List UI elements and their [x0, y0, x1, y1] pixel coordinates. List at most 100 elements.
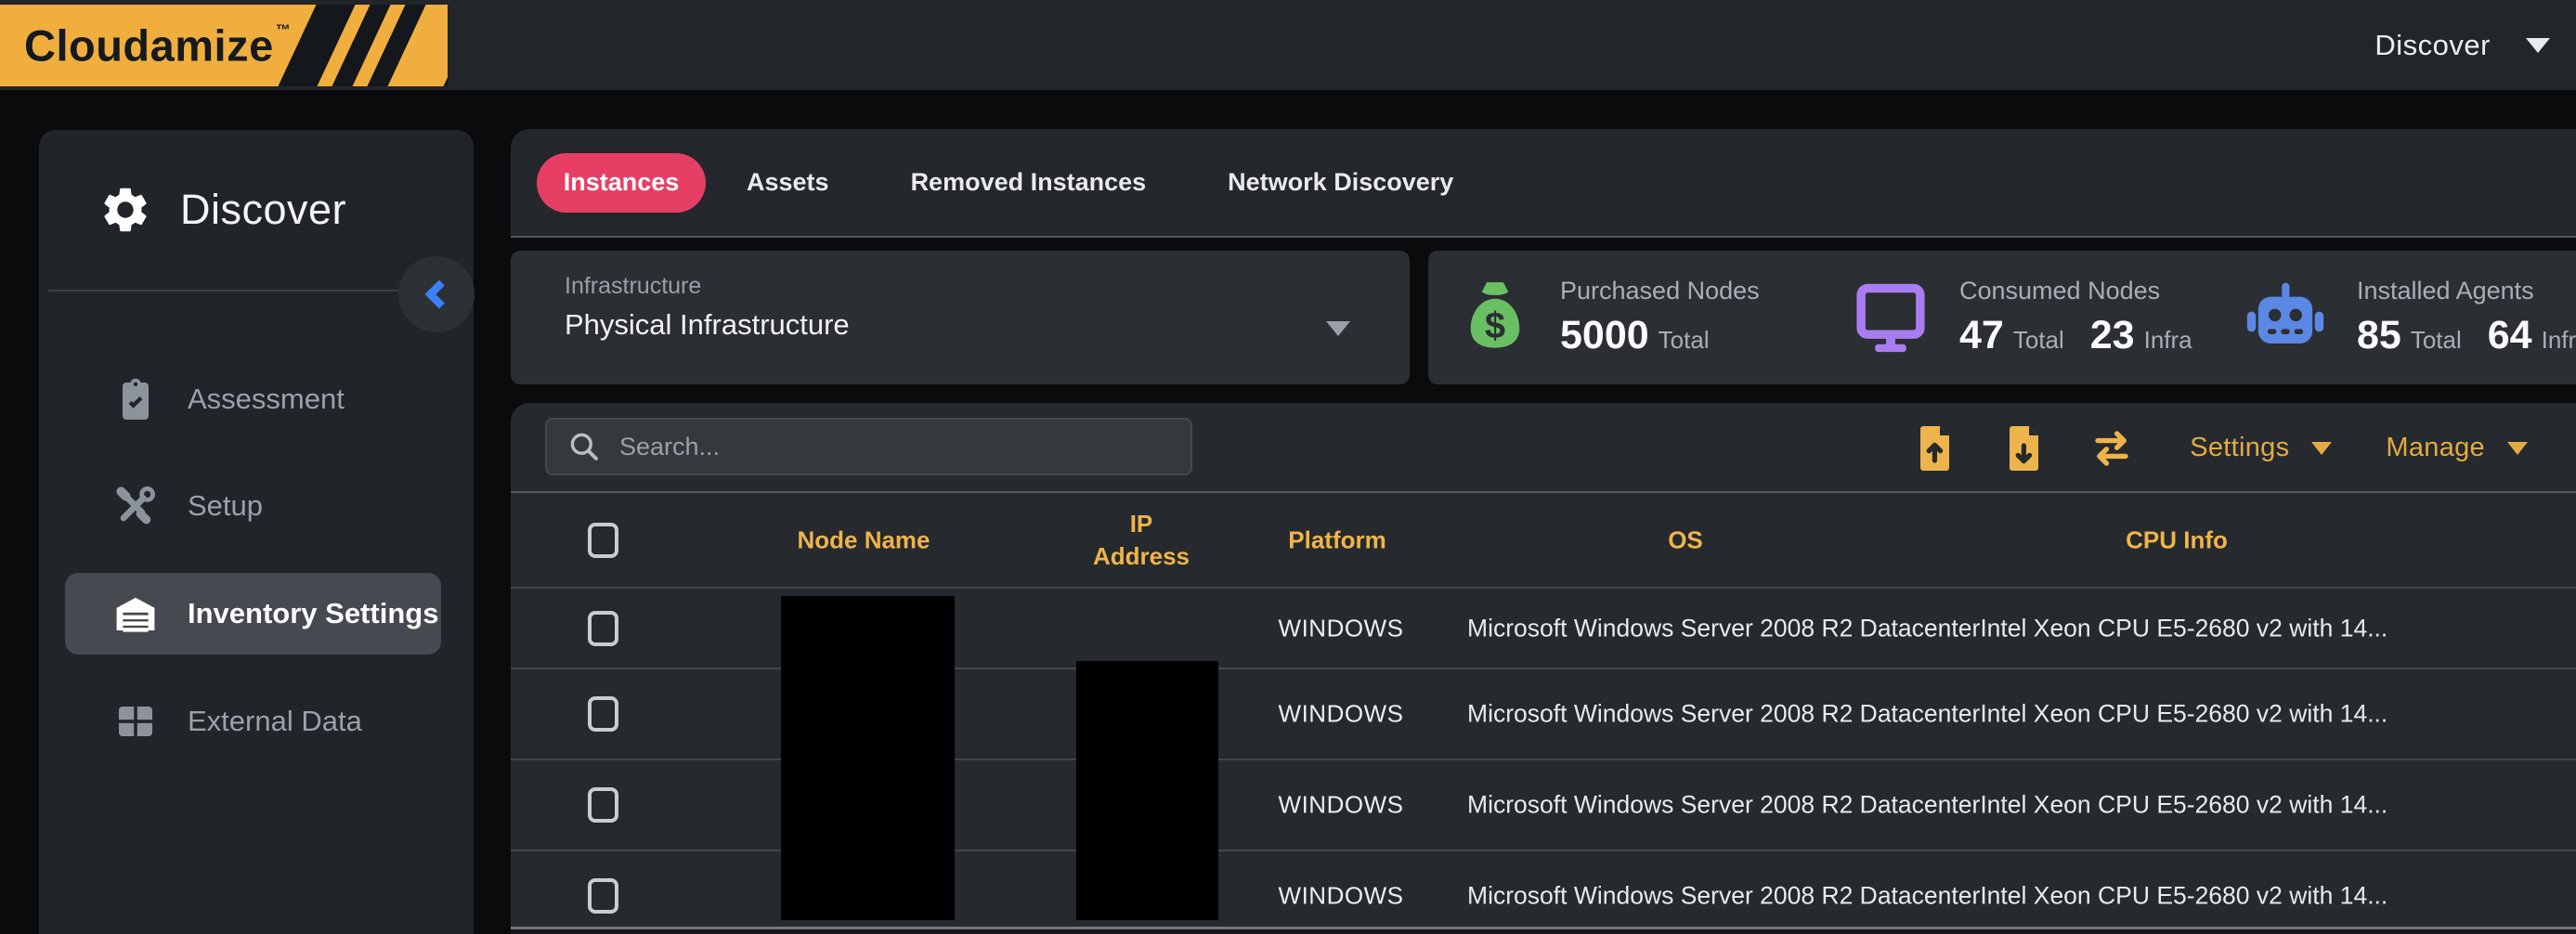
money-bag-icon: $: [1460, 277, 1530, 358]
redacted-ip-address-column: [1076, 661, 1218, 920]
os-cell: Microsoft Windows Server 2008 R2 Datacen…: [1467, 700, 1980, 729]
search-icon: [567, 430, 601, 463]
sidebar-item-setup[interactable]: Setup: [65, 465, 441, 547]
tab-removed-instances[interactable]: Removed Instances: [870, 168, 1188, 197]
sidebar-item-label: External Data: [188, 705, 362, 738]
sidebar-item-label: Inventory Settings: [188, 597, 438, 630]
column-header-ip-address[interactable]: IP Address: [1082, 507, 1201, 572]
column-header-os[interactable]: OS: [1668, 524, 1703, 556]
column-header-cpu-info[interactable]: CPU Info: [2126, 524, 2228, 556]
stat-unit: Total: [2411, 326, 2462, 355]
os-cpu-cells: Microsoft Windows Server 2008 R2 Datacen…: [1467, 614, 2387, 642]
os-cpu-cells: Microsoft Windows Server 2008 R2 Datacen…: [1467, 882, 2387, 911]
row-checkbox[interactable]: [588, 611, 618, 646]
select-all-checkbox[interactable]: [588, 523, 618, 558]
table-panel: Settings Manage Node Name IP Address Pla…: [511, 403, 2576, 934]
gear-icon: [98, 183, 152, 237]
warehouse-icon: [113, 591, 158, 636]
os-cpu-cells: Microsoft Windows Server 2008 R2 Datacen…: [1467, 700, 2387, 729]
screen: Cloudamize™ Discover Discover Assessment…: [0, 0, 2576, 934]
table-header-row: Node Name IP Address Platform OS CPU Inf…: [511, 493, 2576, 589]
tab-assets[interactable]: Assets: [706, 168, 870, 197]
redacted-node-name-column: [781, 596, 955, 920]
clipboard-check-icon: [113, 377, 158, 422]
row-checkbox[interactable]: [588, 696, 618, 732]
infrastructure-value: Physical Infrastructure: [565, 308, 850, 342]
trademark: ™: [276, 23, 292, 39]
infrastructure-label: Infrastructure: [565, 273, 701, 300]
cpu-info-cell: Intel Xeon CPU E5-2680 v2 with 14...: [1980, 614, 2387, 642]
stat-label: Purchased Nodes: [1560, 277, 1760, 305]
chevron-down-icon: [1326, 321, 1350, 336]
tabs-bar: Instances Assets Removed Instances Netwo…: [511, 129, 2576, 238]
stat-label: Installed Agents: [2357, 277, 2576, 305]
manage-dropdown[interactable]: Manage: [2386, 433, 2528, 463]
cpu-info-cell: Intel Xeon CPU E5-2680 v2 with 14...: [1980, 791, 2387, 820]
transfer-button[interactable]: [2088, 426, 2136, 471]
tab-instances[interactable]: Instances: [537, 153, 706, 213]
stat-label: Consumed Nodes: [1959, 277, 2192, 305]
file-download-button[interactable]: [2002, 424, 2045, 473]
platform-cell: WINDOWS: [1279, 791, 1404, 820]
brand-text: Cloudamize™: [24, 20, 291, 71]
sidebar-item-label: Setup: [188, 489, 263, 523]
stat-unit: Infra: [2144, 326, 2192, 355]
infrastructure-select[interactable]: Infrastructure Physical Infrastructure: [511, 251, 1410, 384]
stat-number: 5000: [1560, 313, 1649, 358]
table-toolbar: Settings Manage: [511, 403, 2576, 493]
sidebar-item-external-data[interactable]: External Data: [65, 681, 441, 762]
stat-values: 5000 Total: [1560, 313, 1760, 358]
robot-icon: [2244, 278, 2327, 357]
file-upload-icon: [1913, 424, 1956, 473]
stat-purchased-nodes: $ Purchased Nodes 5000 Total: [1460, 251, 1760, 384]
chevron-down-icon: [2507, 442, 2528, 455]
logo-stripes: [279, 5, 448, 86]
topbar: Cloudamize™ Discover: [0, 0, 2576, 90]
stat-unit: Infra: [2542, 326, 2576, 355]
settings-dropdown-label: Settings: [2190, 433, 2289, 463]
os-cell: Microsoft Windows Server 2008 R2 Datacen…: [1467, 614, 1980, 642]
sidebar-collapse-button[interactable]: [398, 256, 475, 332]
stat-values: 47 Total 23 Infra: [1959, 313, 2192, 358]
discover-nav-label: Discover: [2374, 29, 2491, 62]
search-input[interactable]: [618, 432, 1138, 462]
tab-network-discovery[interactable]: Network Discovery: [1187, 168, 1494, 197]
row-checkbox[interactable]: [588, 787, 618, 823]
column-header-platform[interactable]: Platform: [1288, 524, 1386, 556]
stat-unit: Total: [1659, 326, 1710, 355]
stat-installed-agents: Installed Agents 85 Total 64 Infra: [2244, 251, 2576, 384]
file-upload-button[interactable]: [1913, 424, 1956, 473]
platform-cell: WINDOWS: [1279, 700, 1404, 729]
cloudamize-logo: Cloudamize™: [0, 5, 448, 86]
stat-number: 47: [1959, 313, 2004, 358]
stat-number: 23: [2090, 313, 2135, 358]
discover-nav-dropdown[interactable]: Discover: [2374, 0, 2550, 90]
toolbar-actions: Settings Manage: [1913, 403, 2528, 493]
stat-number: 85: [2357, 313, 2401, 358]
row-checkbox[interactable]: [588, 878, 618, 914]
stats-panel: $ Purchased Nodes 5000 Total Consumed No…: [1428, 251, 2576, 384]
chevron-down-icon: [2311, 442, 2332, 455]
manage-dropdown-label: Manage: [2386, 433, 2485, 463]
cpu-info-cell: Intel Xeon CPU E5-2680 v2 with 14...: [1980, 882, 2387, 911]
sidebar-item-inventory-settings[interactable]: Inventory Settings: [65, 573, 441, 655]
column-header-node-name[interactable]: Node Name: [797, 524, 930, 556]
swap-arrows-icon: [2088, 426, 2136, 471]
os-cell: Microsoft Windows Server 2008 R2 Datacen…: [1467, 882, 1980, 911]
os-cell: Microsoft Windows Server 2008 R2 Datacen…: [1467, 791, 1980, 820]
settings-dropdown[interactable]: Settings: [2190, 433, 2332, 463]
screwdriver-wrench-icon: [113, 484, 158, 528]
file-download-icon: [2002, 424, 2045, 473]
table-bottom-strip: [511, 929, 2576, 934]
sidebar-title: Discover: [180, 186, 346, 234]
table-cells-icon: [113, 699, 158, 744]
stat-number: 64: [2488, 313, 2532, 358]
cpu-info-cell: Intel Xeon CPU E5-2680 v2 with 14...: [1980, 700, 2387, 729]
sidebar-header: Discover: [39, 130, 474, 290]
svg-text:$: $: [1485, 305, 1505, 346]
monitor-icon: [1852, 279, 1930, 357]
sidebar-item-assessment[interactable]: Assessment: [65, 358, 441, 440]
platform-cell: WINDOWS: [1279, 614, 1404, 642]
search-box[interactable]: [545, 418, 1192, 475]
stat-consumed-nodes: Consumed Nodes 47 Total 23 Infra: [1852, 251, 2192, 384]
